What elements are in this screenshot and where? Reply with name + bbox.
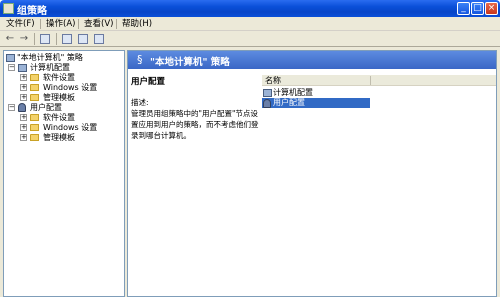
menu-action[interactable]: 操作(A) [44, 18, 77, 30]
column-header-name[interactable]: 名称 [262, 75, 496, 86]
list-item-label: 计算机配置 [273, 88, 313, 97]
tree-item-software[interactable]: + 软件设置 [20, 73, 120, 83]
toolbar-divider [34, 33, 35, 45]
computer-icon [18, 64, 27, 72]
details-header: § "本地计算机" 策略 [128, 51, 496, 69]
menu-help[interactable]: 帮助(H) [120, 18, 154, 30]
list-item-label: 用户配置 [273, 98, 305, 107]
minimize-button[interactable]: _ [457, 2, 470, 15]
tree-item-admin-templates[interactable]: + 管理模板 [20, 133, 120, 143]
folder-icon [30, 74, 39, 81]
expand-icon[interactable]: + [20, 84, 27, 91]
window-title: 组策略 [17, 6, 47, 17]
folder-icon [30, 134, 39, 141]
tree-item-label: 软件设置 [43, 73, 75, 82]
tree-item-label: 软件设置 [43, 113, 75, 122]
details-pane: § "本地计算机" 策略 用户配置 描述: 管理员用组策略中的"用户配置"节点设… [127, 50, 497, 297]
policy-icon [6, 54, 15, 62]
user-icon [18, 103, 26, 112]
description-label: 描述: [131, 98, 149, 107]
maximize-button[interactable]: □ [471, 2, 484, 15]
show-hide-tree-icon[interactable] [40, 34, 50, 44]
tree-pane[interactable]: "本地计算机" 策略 − 计算机配置 + 软件设置 + Windows 设置 +… [3, 50, 125, 297]
expand-icon[interactable]: + [20, 94, 27, 101]
tree-item-windows[interactable]: + Windows 设置 [20, 83, 120, 93]
toolbar: ← → [0, 31, 500, 47]
column-divider[interactable] [370, 76, 371, 85]
menu-view[interactable]: 查看(V) [82, 18, 115, 30]
app-icon [3, 3, 14, 14]
list-item-selected[interactable]: 用户配置 [262, 98, 370, 108]
list-item[interactable]: 计算机配置 [262, 88, 322, 98]
menu-divider [116, 19, 117, 29]
expand-icon[interactable]: + [20, 134, 27, 141]
folder-icon [30, 94, 39, 101]
tree-item-admin-templates[interactable]: + 管理模板 [20, 93, 120, 103]
forward-button[interactable]: → [18, 33, 30, 45]
tree-root-label: "本地计算机" 策略 [17, 53, 83, 62]
folder-icon [30, 114, 39, 121]
tree-root[interactable]: "本地计算机" 策略 [6, 53, 122, 63]
main-content: "本地计算机" 策略 − 计算机配置 + 软件设置 + Windows 设置 +… [0, 47, 500, 297]
tree-item-label: 管理模板 [43, 93, 75, 102]
folder-icon [30, 124, 39, 131]
menu-divider [40, 19, 41, 29]
toolbar-divider [56, 33, 57, 45]
menu-divider [78, 19, 79, 29]
tree-computer-config[interactable]: − 计算机配置 [8, 63, 122, 73]
details-header-title: "本地计算机" 策略 [150, 57, 230, 68]
section-title: 用户配置 [131, 77, 166, 87]
export-list-icon[interactable] [62, 34, 72, 44]
tree-user-label: 用户配置 [30, 103, 62, 112]
computer-icon [263, 89, 272, 97]
tree-user-config[interactable]: − 用户配置 [8, 103, 122, 113]
description: 描述: 管理员用组策略中的"用户配置"节点设置应用到用户的策略，而不考虑他们登录… [131, 97, 259, 141]
title-bar[interactable]: 组策略 _ □ × [0, 0, 500, 17]
tree-item-label: Windows 设置 [43, 83, 98, 92]
tree-item-windows[interactable]: + Windows 设置 [20, 123, 120, 133]
expand-icon[interactable]: + [20, 74, 27, 81]
tree-item-software[interactable]: + 软件设置 [20, 113, 120, 123]
column-header-label: 名称 [265, 76, 281, 85]
close-button[interactable]: × [485, 2, 498, 15]
help-icon[interactable] [78, 34, 88, 44]
menu-file[interactable]: 文件(F) [4, 18, 37, 30]
policy-icon: § [137, 53, 143, 66]
collapse-icon[interactable]: − [8, 104, 15, 111]
user-icon [263, 99, 271, 108]
tree-item-label: Windows 设置 [43, 123, 98, 132]
description-text: 管理员用组策略中的"用户配置"节点设置应用到用户的策略，而不考虑他们登录到哪台计… [131, 109, 259, 140]
properties-icon[interactable] [94, 34, 104, 44]
tree-computer-label: 计算机配置 [30, 63, 70, 72]
back-button[interactable]: ← [4, 33, 16, 45]
tree-item-label: 管理模板 [43, 133, 75, 142]
collapse-icon[interactable]: − [8, 64, 15, 71]
menu-bar: 文件(F) 操作(A) 查看(V) 帮助(H) [0, 17, 500, 31]
expand-icon[interactable]: + [20, 114, 27, 121]
expand-icon[interactable]: + [20, 124, 27, 131]
folder-icon [30, 84, 39, 91]
